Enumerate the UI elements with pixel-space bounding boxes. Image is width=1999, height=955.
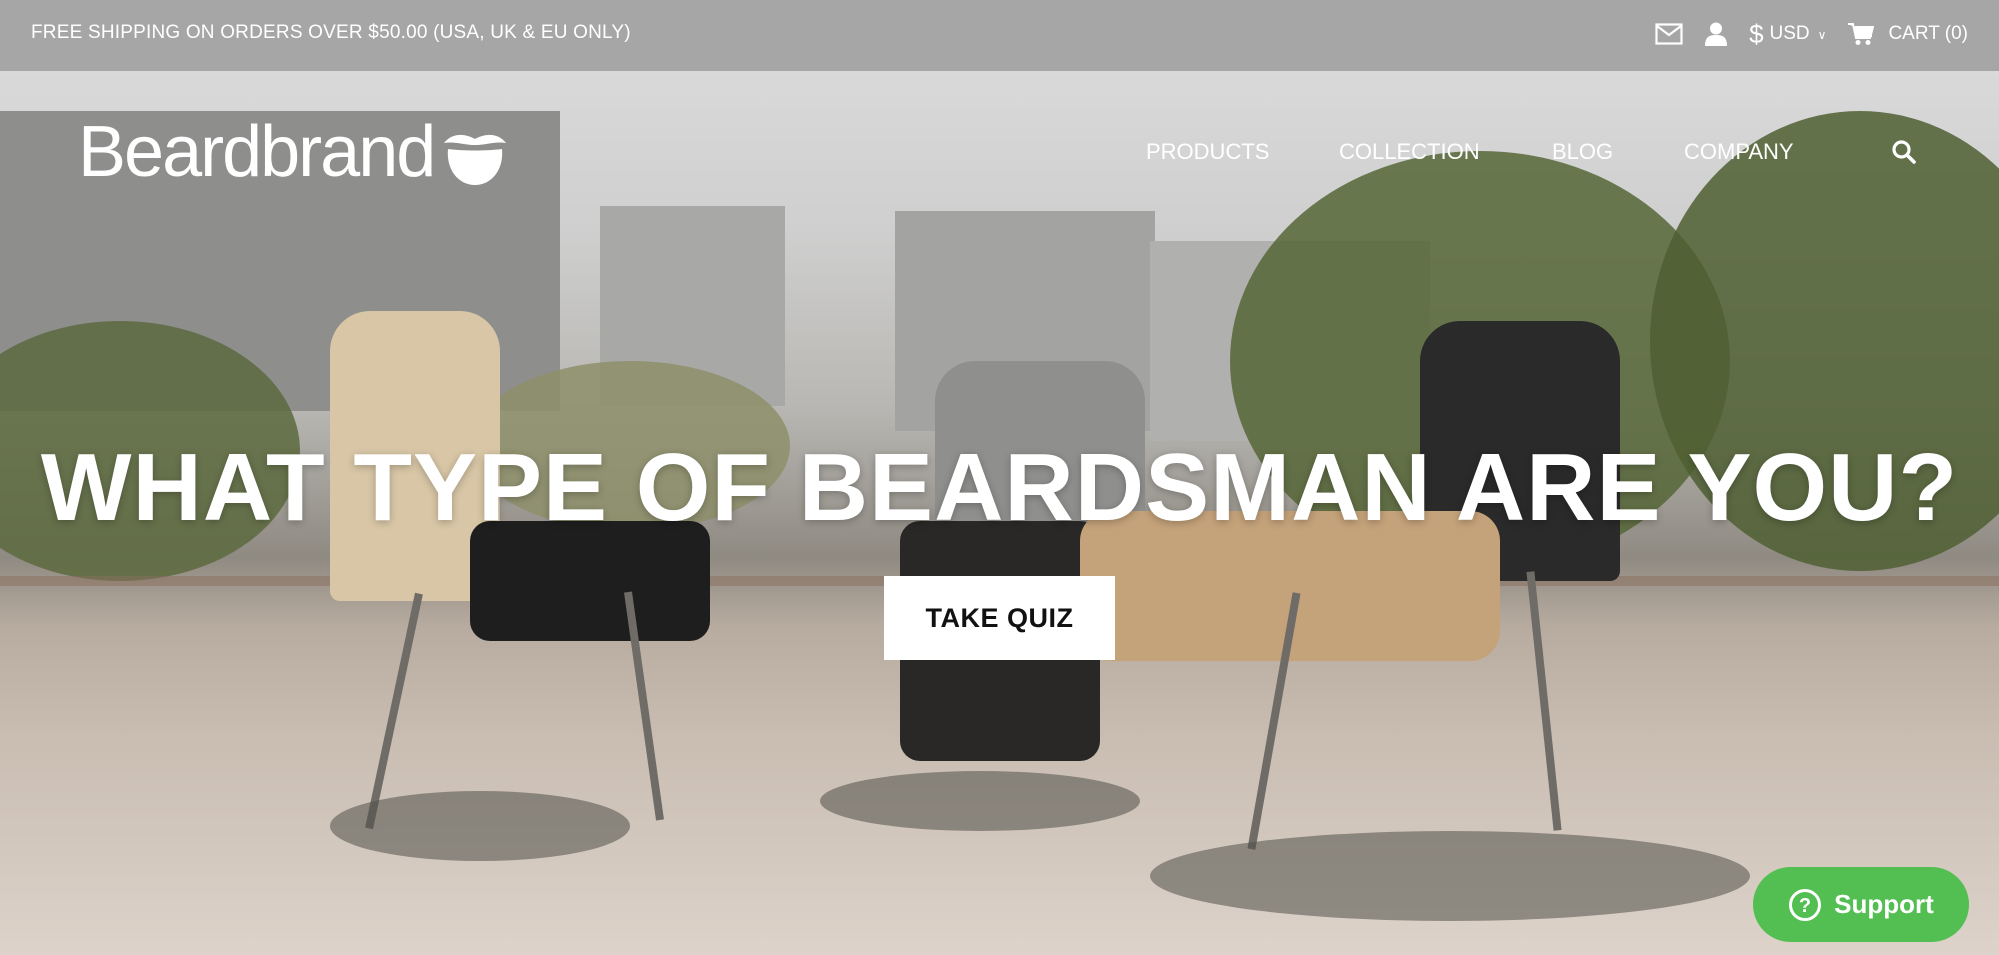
cart-label: CART (0) (1888, 23, 1968, 44)
newsletter-button[interactable] (1655, 23, 1683, 45)
nav-company[interactable]: COMPANY (1684, 139, 1794, 165)
user-icon (1705, 22, 1728, 46)
chair-leg (1526, 571, 1562, 831)
currency-code: USD (1769, 23, 1810, 44)
support-label: Support (1834, 889, 1934, 919)
hero-banner: Beardbrand PRODUCTS COLLECTION BLOG COMP… (0, 71, 1999, 955)
account-button[interactable] (1705, 22, 1728, 46)
take-quiz-button[interactable]: TAKE QUIZ (884, 576, 1115, 660)
main-nav: PRODUCTS COLLECTION BLOG COMPANY (0, 137, 1999, 167)
cart-icon (1848, 23, 1875, 45)
announcement-bar: FREE SHIPPING ON ORDERS OVER $50.00 (USA… (0, 0, 1999, 71)
hero-headline: WHAT TYPE OF BEARDSMAN ARE YOU? (40, 434, 1959, 541)
search-icon[interactable] (1891, 139, 1917, 165)
chair-shadow (330, 791, 630, 861)
currency-symbol: $ (1749, 19, 1764, 49)
nav-blog[interactable]: BLOG (1552, 139, 1613, 165)
support-button[interactable]: ? Support (1753, 867, 1969, 942)
chair-shadow (820, 771, 1140, 831)
chair-shadow (1150, 831, 1750, 921)
envelope-icon (1655, 23, 1683, 45)
nav-products[interactable]: PRODUCTS (1146, 139, 1269, 165)
nav-collection[interactable]: COLLECTION (1339, 139, 1480, 165)
cart-button[interactable]: CART (0) (1848, 22, 1968, 46)
utility-nav: $ USD ∨ CART (0) (1655, 16, 1968, 52)
currency-selector[interactable]: $ USD ∨ (1749, 21, 1826, 47)
free-shipping-promo: FREE SHIPPING ON ORDERS OVER $50.00 (USA… (31, 22, 631, 43)
svg-text:?: ? (1799, 895, 1811, 917)
chevron-down-icon: ∨ (1817, 28, 1827, 42)
help-question-icon: ? (1789, 888, 1822, 921)
